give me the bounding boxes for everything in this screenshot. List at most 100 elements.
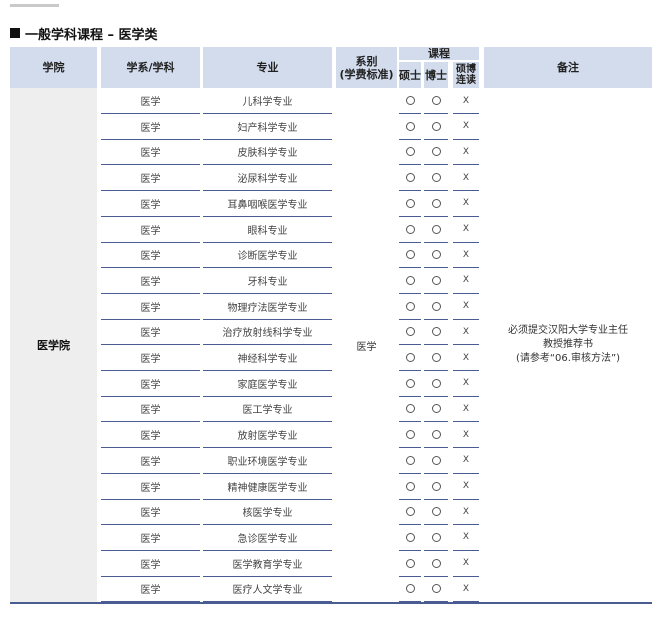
doctoral-cell — [424, 319, 448, 346]
subject-cell: 医学 — [101, 396, 200, 423]
major-cell: 家庭医学专业 — [203, 371, 332, 397]
subject-cell: 医学 — [101, 474, 200, 500]
doctoral-cell — [424, 371, 448, 397]
table-row: 医学 医疗人文学专业 X — [10, 576, 652, 603]
circle-icon — [405, 558, 415, 568]
table-row: 医学 耳鼻咽喉医学专业 X — [10, 191, 652, 217]
x-mark: X — [462, 95, 470, 106]
masters-cell — [399, 242, 421, 269]
x-mark: X — [462, 506, 470, 517]
circle-icon — [431, 353, 441, 362]
doctoral-cell — [424, 114, 448, 140]
integrated-cell: X — [453, 88, 479, 114]
x-mark: X — [462, 455, 470, 466]
x-mark: X — [462, 481, 470, 491]
table-row: 医学 眼科专业 X — [10, 217, 652, 243]
integrated-cell: X — [453, 551, 479, 577]
top-decorative-rule — [10, 4, 59, 7]
header-major: 专业 — [203, 47, 332, 88]
circle-icon — [405, 532, 415, 542]
x-mark: X — [462, 403, 470, 414]
major-cell: 神经科学专业 — [203, 345, 332, 371]
circle-icon — [431, 558, 441, 568]
table-row: 医学 核医学专业 X — [10, 499, 652, 526]
x-mark: X — [462, 583, 470, 594]
table-row: 医学 牙科专业 X — [10, 268, 652, 294]
table-row: 医学 儿科学专业 X — [10, 88, 652, 114]
major-cell: 眼科专业 — [203, 217, 332, 243]
circle-icon — [405, 430, 415, 440]
masters-cell — [399, 191, 421, 217]
masters-cell — [399, 217, 421, 243]
subject-cell: 医学 — [101, 319, 200, 346]
masters-cell — [399, 345, 421, 371]
subject-cell: 医学 — [101, 217, 200, 243]
major-cell: 放射医学专业 — [203, 422, 332, 449]
doctoral-cell — [424, 191, 448, 217]
major-cell: 妇产科学专业 — [203, 114, 332, 140]
doctoral-cell — [424, 576, 448, 603]
table-row: 医学 物理疗法医学专业 X — [10, 294, 652, 320]
circle-icon — [431, 327, 441, 337]
masters-cell — [399, 88, 421, 114]
circle-icon — [431, 404, 441, 414]
doctoral-cell — [424, 139, 448, 166]
subject-cell: 医学 — [101, 88, 200, 114]
table-row: 医学 诊断医学专业 X — [10, 242, 652, 269]
masters-cell — [399, 294, 421, 320]
subject-cell: 医学 — [101, 371, 200, 397]
integrated-cell: X — [453, 191, 479, 217]
subject-cell: 医学 — [101, 242, 200, 269]
integrated-cell: X — [453, 371, 479, 397]
x-mark: X — [462, 532, 470, 543]
x-mark: X — [462, 429, 470, 440]
header-department: 系别 (学费标准) — [336, 47, 397, 88]
masters-cell — [399, 371, 421, 397]
circle-icon — [431, 507, 441, 517]
circle-icon — [431, 250, 441, 260]
circle-icon — [405, 250, 415, 260]
header-note: 备注 — [484, 47, 652, 88]
integrated-cell: X — [453, 139, 479, 166]
doctoral-cell — [424, 448, 448, 474]
major-cell: 治疗放射线科学专业 — [203, 319, 332, 346]
table-row: 医学 医学教育学专业 X — [10, 551, 652, 577]
masters-cell — [399, 319, 421, 346]
circle-icon — [431, 455, 441, 465]
integrated-cell: X — [453, 396, 479, 423]
section-title-text: 一般学科课程 – 医学类 — [25, 27, 158, 43]
section-title: 一般学科课程 – 医学类 — [10, 24, 158, 43]
major-cell: 职业环境医学专业 — [203, 448, 332, 474]
doctoral-cell — [424, 525, 448, 551]
doctoral-cell — [424, 551, 448, 577]
header-subject: 学系/学科 — [101, 47, 200, 88]
doctoral-cell — [424, 294, 448, 320]
major-cell: 儿科学专业 — [203, 88, 332, 114]
major-cell: 泌尿科学专业 — [203, 165, 332, 192]
header-masters: 硕士 — [399, 62, 421, 88]
masters-cell — [399, 139, 421, 166]
major-cell: 医工学专业 — [203, 396, 332, 423]
masters-cell — [399, 165, 421, 192]
circle-icon — [405, 96, 415, 105]
major-cell: 核医学专业 — [203, 499, 332, 526]
x-mark: X — [462, 326, 470, 337]
masters-cell — [399, 551, 421, 577]
subject-cell: 医学 — [101, 576, 200, 603]
subject-cell: 医学 — [101, 139, 200, 166]
circle-icon — [405, 173, 415, 183]
masters-cell — [399, 448, 421, 474]
major-cell: 耳鼻咽喉医学专业 — [203, 191, 332, 217]
doctoral-cell — [424, 499, 448, 526]
masters-cell — [399, 268, 421, 294]
x-mark: X — [462, 275, 470, 286]
table-row: 医学 皮肤科学专业 X — [10, 139, 652, 166]
square-bullet-icon — [10, 28, 20, 38]
x-mark: X — [462, 198, 470, 209]
header-integrated: 硕博 连读 — [453, 62, 479, 88]
circle-icon — [431, 224, 441, 234]
major-cell: 诊断医学专业 — [203, 242, 332, 269]
integrated-cell: X — [453, 114, 479, 140]
major-cell: 急诊医学专业 — [203, 525, 332, 551]
circle-icon — [405, 353, 415, 362]
